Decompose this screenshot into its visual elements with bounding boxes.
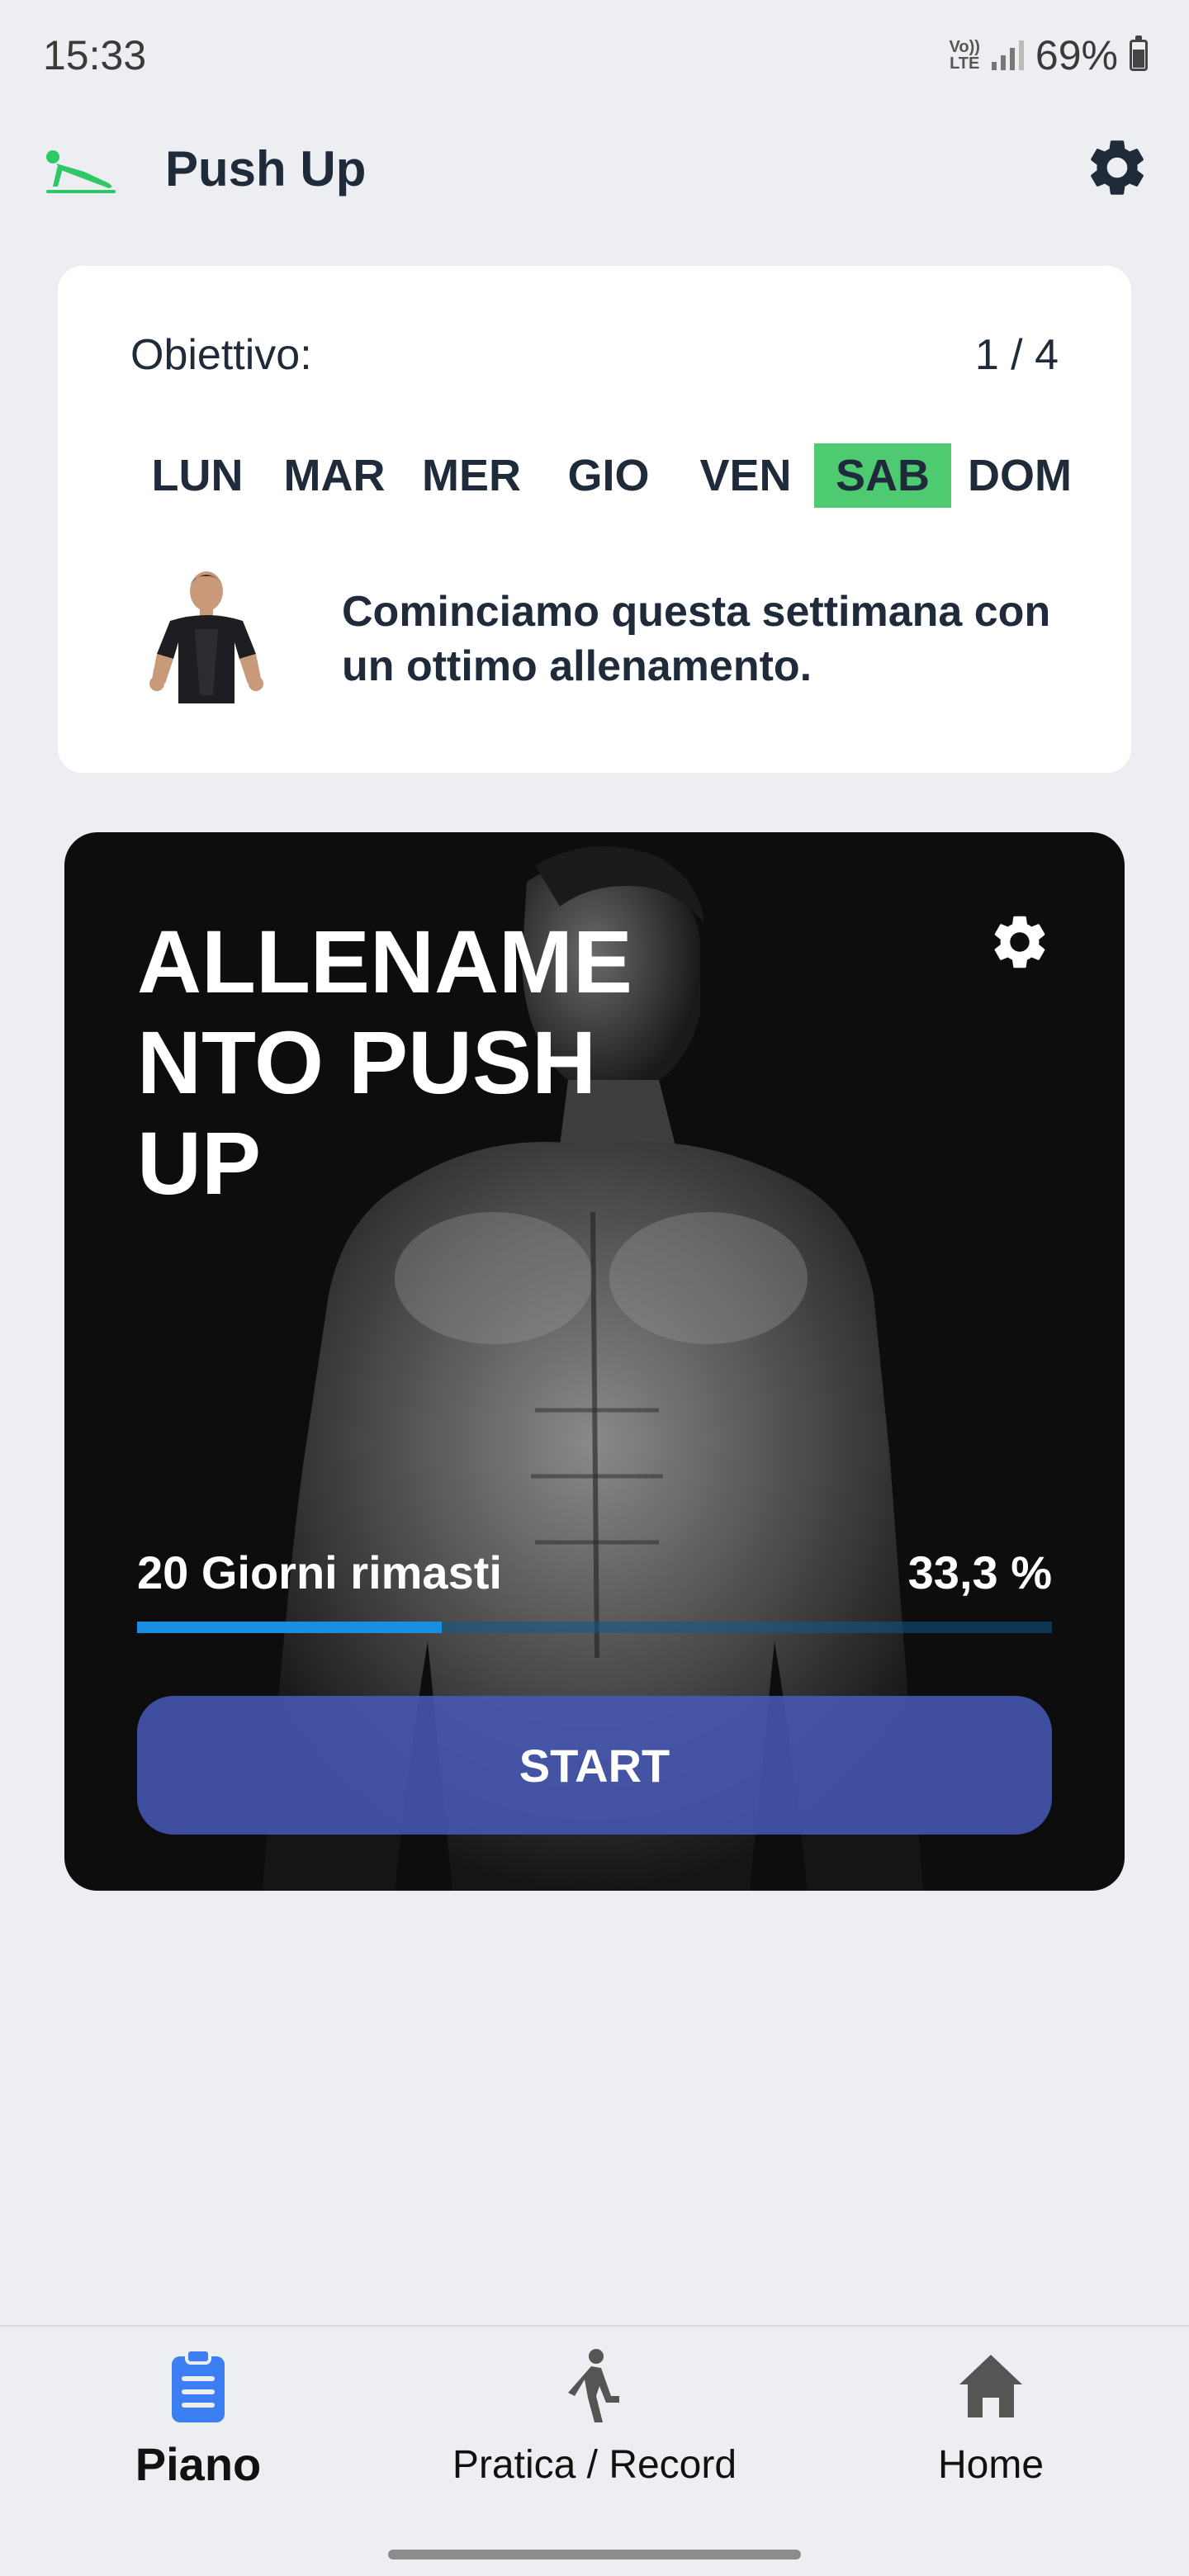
gear-icon[interactable] [988, 910, 1052, 974]
status-indicators: Vo)) LTE 69% [950, 31, 1148, 79]
days-remaining: 20 Giorni rimasti [137, 1546, 502, 1598]
weekday-ven: VEN [699, 451, 792, 500]
weekday-gio: GIO [567, 451, 650, 500]
nav-item-home[interactable]: Home [793, 2327, 1189, 2541]
progress-bar-fill [137, 1622, 442, 1633]
gear-icon[interactable] [1083, 134, 1151, 201]
progress-percent: 33,3 % [907, 1546, 1052, 1598]
nav-item-piano[interactable]: Piano [0, 2327, 396, 2541]
weekday-mer: MER [422, 451, 521, 500]
goal-label: Obiettivo: [130, 331, 312, 379]
weekday-dom: DOM [968, 451, 1072, 500]
progress-bar [137, 1622, 1052, 1633]
status-time: 15:33 [43, 32, 147, 78]
workout-plan-card[interactable]: ALLENAMENTO PUSH UP 20 Giorni rimasti 33… [64, 832, 1125, 1891]
pushup-logo-icon [46, 150, 116, 193]
home-icon [959, 2355, 1022, 2417]
goal-count: 1 / 4 [974, 331, 1059, 379]
nav-label: Home [937, 2443, 1045, 2487]
weekly-goal-card: Obiettivo: 1 / 4 LUN MAR MER GIO VEN SAB… [58, 266, 1131, 773]
app-header: Push Up [0, 116, 1189, 223]
nav-label: Pratica / Record [452, 2443, 737, 2487]
workout-title: ALLENAMENTO PUSH UP [137, 912, 632, 1213]
volte-indicator: Vo)) LTE [949, 38, 980, 73]
home-indicator[interactable] [388, 2550, 801, 2559]
weekday-lun: LUN [151, 451, 244, 500]
signal-icon [991, 40, 1024, 70]
bottom-navigation: Piano Pratica / Record Home [0, 2325, 1189, 2576]
coach-avatar [149, 571, 263, 703]
weekday-row: LUN MAR MER GIO VEN SAB DOM [129, 443, 1072, 508]
weekday-sab: SAB [814, 443, 951, 508]
status-bar: 15:33 Vo)) LTE 69% [0, 0, 1189, 116]
start-button[interactable]: START [137, 1696, 1052, 1835]
motivation-message: Cominciamo questa settimana con un ottim… [342, 588, 1051, 690]
app-title: Push Up [165, 141, 367, 197]
weekday-mar: MAR [283, 451, 386, 500]
nav-item-pratica-record[interactable]: Pratica / Record [396, 2327, 793, 2541]
clipboard-icon [172, 2348, 225, 2422]
battery-percent: 69% [1035, 32, 1118, 78]
stretching-figure-icon [568, 2349, 619, 2422]
battery-icon [1130, 36, 1148, 71]
nav-label: Piano [135, 2438, 262, 2490]
